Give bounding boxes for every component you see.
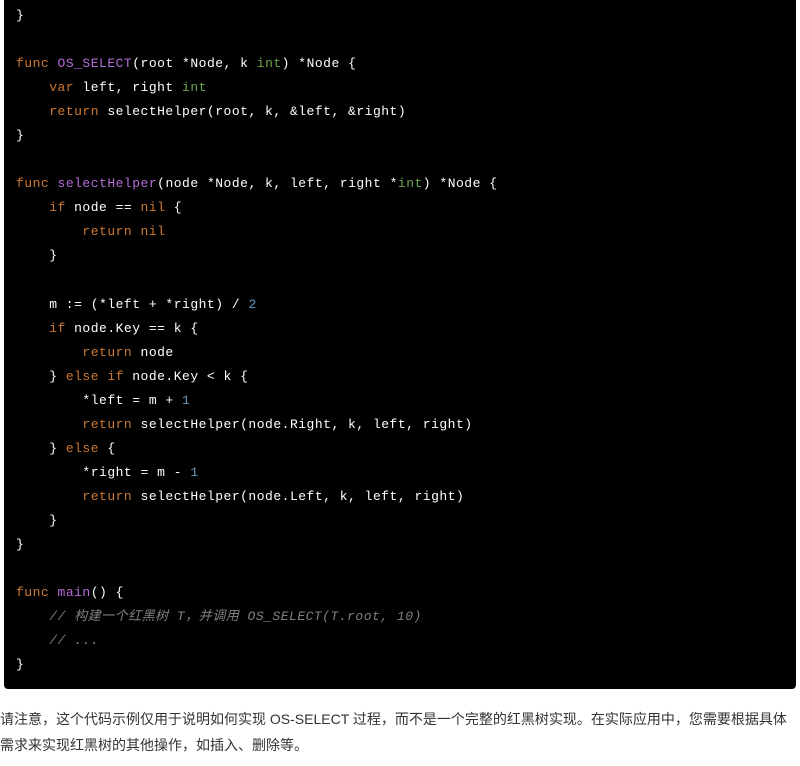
keyword-else: else (66, 441, 99, 456)
number-literal: 1 (182, 393, 190, 408)
keyword-return: return (16, 224, 141, 239)
code-line: } (16, 128, 24, 143)
number-literal: 1 (190, 465, 198, 480)
code-text: selectHelper(root, k, &left, &right) (99, 104, 406, 119)
keyword-else-if: else if (66, 369, 124, 384)
code-text: *right = m - (16, 465, 190, 480)
keyword-return: return (16, 489, 132, 504)
keyword-return: return (16, 417, 132, 432)
type-int: int (257, 56, 282, 71)
code-text: selectHelper(node.Right, k, left, right) (132, 417, 472, 432)
nil-literal: nil (141, 200, 166, 215)
code-text: (root *Node, k (132, 56, 257, 71)
code-text: node (132, 345, 174, 360)
code-text: () { (91, 585, 124, 600)
code-text: node == (66, 200, 141, 215)
code-text: selectHelper(node.Left, k, left, right) (132, 489, 464, 504)
func-name: OS_SELECT (49, 56, 132, 71)
code-text: { (165, 200, 182, 215)
code-text: { (99, 441, 116, 456)
number-literal: 2 (248, 297, 256, 312)
type-int: int (182, 80, 207, 95)
nil-literal: nil (141, 224, 166, 239)
keyword-var: var (16, 80, 74, 95)
code-line: } (16, 248, 58, 263)
code-text: node.Key < k { (124, 369, 249, 384)
code-line: } (16, 8, 24, 23)
code-text: node.Key == k { (66, 321, 199, 336)
code-line: } (16, 657, 24, 672)
keyword-if: if (16, 200, 66, 215)
code-text: ) *Node { (423, 176, 498, 191)
code-text: } (16, 441, 66, 456)
code-text: ) *Node { (282, 56, 357, 71)
code-text: m := (*left + *right) / (16, 297, 248, 312)
keyword-func: func (16, 56, 49, 71)
code-block: } func OS_SELECT(root *Node, k int) *Nod… (4, 0, 796, 689)
comment-line: // 构建一个红黑树 T，并调用 OS_SELECT(T.root, 10) (16, 609, 422, 624)
type-int: int (398, 176, 423, 191)
code-text: } (16, 369, 66, 384)
comment-line: // ... (16, 633, 99, 648)
code-text: *left = m + (16, 393, 182, 408)
func-name: selectHelper (49, 176, 157, 191)
func-name: main (49, 585, 91, 600)
code-text: (node *Node, k, left, right * (157, 176, 398, 191)
keyword-return: return (16, 345, 132, 360)
code-text: left, right (74, 80, 182, 95)
keyword-func: func (16, 585, 49, 600)
keyword-func: func (16, 176, 49, 191)
code-line: } (16, 513, 58, 528)
code-line: } (16, 537, 24, 552)
note-paragraph: 请注意，这个代码示例仅用于说明如何实现 OS-SELECT 过程，而不是一个完整… (0, 693, 800, 765)
keyword-if: if (16, 321, 66, 336)
keyword-return: return (16, 104, 99, 119)
